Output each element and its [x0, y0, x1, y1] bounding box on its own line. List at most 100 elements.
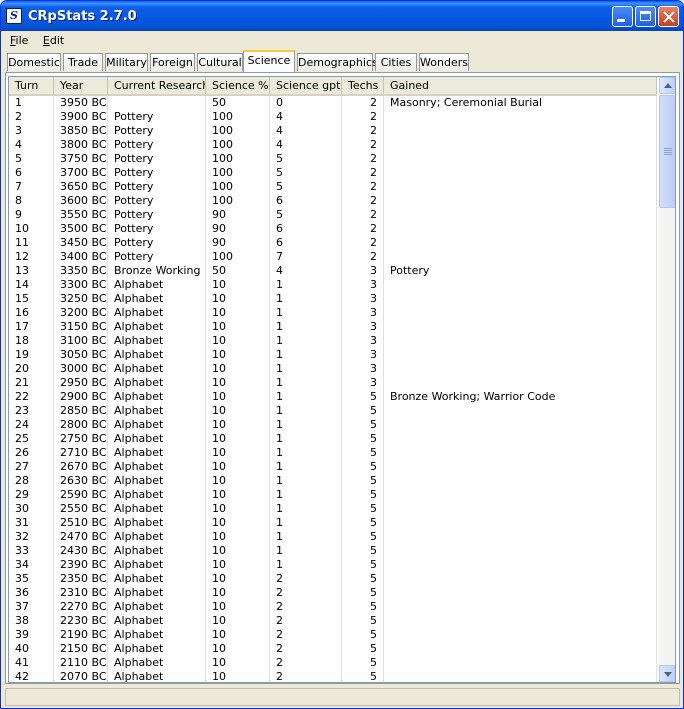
cell-turn: 18 — [9, 334, 54, 348]
tab-demographics[interactable]: Demographics — [297, 53, 378, 71]
cell-current-research: Alphabet — [108, 558, 206, 572]
tab-trade[interactable]: Trade — [63, 53, 103, 71]
tab-foreign[interactable]: Foreign — [150, 53, 195, 71]
cell-gained — [384, 460, 657, 474]
cell-science-gpt: 1 — [270, 278, 342, 292]
cell-year: 2710 BC — [54, 446, 108, 460]
tab-domestic[interactable]: Domestic — [7, 53, 61, 71]
table-row[interactable]: 19 3050 BC Alphabet 10 1 3 — [9, 348, 657, 362]
cell-techs: 3 — [342, 376, 384, 390]
vertical-scrollbar[interactable] — [659, 77, 675, 682]
cell-techs: 5 — [342, 558, 384, 572]
table-row[interactable]: 5 3750 BC Pottery 100 5 2 — [9, 152, 657, 166]
tab-cultural[interactable]: Cultural — [197, 53, 243, 71]
table-row[interactable]: 17 3150 BC Alphabet 10 1 3 — [9, 320, 657, 334]
scroll-up-button[interactable] — [659, 77, 675, 94]
column-header-science-pct[interactable]: Science % — [206, 77, 270, 94]
table-row[interactable]: 27 2670 BC Alphabet 10 1 5 — [9, 460, 657, 474]
cell-science-gpt: 1 — [270, 516, 342, 530]
cell-techs: 5 — [342, 530, 384, 544]
table-row[interactable]: 39 2190 BC Alphabet 10 2 5 — [9, 628, 657, 642]
column-header-techs[interactable]: Techs — [342, 77, 384, 94]
cell-gained — [384, 110, 657, 124]
table-row[interactable]: 31 2510 BC Alphabet 10 1 5 — [9, 516, 657, 530]
cell-science-pct: 10 — [206, 432, 270, 446]
table-row[interactable]: 18 3100 BC Alphabet 10 1 3 — [9, 334, 657, 348]
table-row[interactable]: 21 2950 BC Alphabet 10 1 3 — [9, 376, 657, 390]
app-icon[interactable]: S — [6, 8, 22, 24]
table-row[interactable]: 16 3200 BC Alphabet 10 1 3 — [9, 306, 657, 320]
table-row[interactable]: 42 2070 BC Alphabet 10 2 5 — [9, 670, 657, 682]
menu-bar: File Edit — [5, 32, 70, 50]
cell-science-pct: 90 — [206, 222, 270, 236]
minimize-button[interactable] — [612, 6, 633, 27]
table-row[interactable]: 24 2800 BC Alphabet 10 1 5 — [9, 418, 657, 432]
tab-wonders[interactable]: Wonders — [419, 53, 469, 71]
table-row[interactable]: 25 2750 BC Alphabet 10 1 5 — [9, 432, 657, 446]
cell-year: 3100 BC — [54, 334, 108, 348]
cell-science-gpt: 1 — [270, 334, 342, 348]
table-row[interactable]: 30 2550 BC Alphabet 10 1 5 — [9, 502, 657, 516]
table-row[interactable]: 34 2390 BC Alphabet 10 1 5 — [9, 558, 657, 572]
table-row[interactable]: 26 2710 BC Alphabet 10 1 5 — [9, 446, 657, 460]
cell-science-pct: 10 — [206, 530, 270, 544]
table-row[interactable]: 33 2430 BC Alphabet 10 1 5 — [9, 544, 657, 558]
table-row[interactable]: 7 3650 BC Pottery 100 5 2 — [9, 180, 657, 194]
table-row[interactable]: 11 3450 BC Pottery 90 6 2 — [9, 236, 657, 250]
table-row[interactable]: 14 3300 BC Alphabet 10 1 3 — [9, 278, 657, 292]
cell-year: 2310 BC — [54, 586, 108, 600]
table-row[interactable]: 22 2900 BC Alphabet 10 1 5 Bronze Working; War… — [9, 390, 657, 404]
cell-year: 2670 BC — [54, 460, 108, 474]
table-row[interactable]: 37 2270 BC Alphabet 10 2 5 — [9, 600, 657, 614]
table-row[interactable]: 38 2230 BC Alphabet 10 2 5 — [9, 614, 657, 628]
table-row[interactable]: 9 3550 BC Pottery 90 5 2 — [9, 208, 657, 222]
table-row[interactable]: 1 3950 BC 50 0 2 Masonry; Ceremonial Burial — [9, 96, 657, 110]
column-header-turn[interactable]: Turn — [9, 77, 54, 94]
cell-science-pct: 10 — [206, 572, 270, 586]
table-row[interactable]: 12 3400 BC Pottery 100 7 2 — [9, 250, 657, 264]
scroll-thumb[interactable] — [659, 95, 675, 208]
cell-turn: 20 — [9, 362, 54, 376]
table-row[interactable]: 4 3800 BC Pottery 100 4 2 — [9, 138, 657, 152]
cell-turn: 28 — [9, 474, 54, 488]
menu-edit[interactable]: Edit — [38, 32, 70, 47]
column-header-science-gpt[interactable]: Science gpt — [270, 77, 342, 94]
tab-cities[interactable]: Cities — [375, 53, 417, 71]
table-row[interactable]: 15 3250 BC Alphabet 10 1 3 — [9, 292, 657, 306]
cell-turn: 8 — [9, 194, 54, 208]
tab-military[interactable]: Military — [105, 53, 148, 71]
cell-science-pct: 10 — [206, 474, 270, 488]
table-row[interactable]: 10 3500 BC Pottery 90 6 2 — [9, 222, 657, 236]
table-row[interactable]: 32 2470 BC Alphabet 10 1 5 — [9, 530, 657, 544]
column-header-current-research[interactable]: Current Research — [108, 77, 206, 94]
menu-file[interactable]: File — [5, 32, 34, 47]
table-row[interactable]: 13 3350 BC Bronze Working 50 4 3 Pottery — [9, 264, 657, 278]
cell-current-research: Alphabet — [108, 446, 206, 460]
table-row[interactable]: 6 3700 BC Pottery 100 5 2 — [9, 166, 657, 180]
cell-gained — [384, 502, 657, 516]
title-bar[interactable]: S CRpStats 2.7.0 — [1, 1, 683, 31]
column-header-year[interactable]: Year — [54, 77, 108, 94]
table-row[interactable]: 36 2310 BC Alphabet 10 2 5 — [9, 586, 657, 600]
table-row[interactable]: 41 2110 BC Alphabet 10 2 5 — [9, 656, 657, 670]
science-table[interactable]: Turn Year Current Research Science % Sci… — [8, 76, 676, 683]
table-row[interactable]: 29 2590 BC Alphabet 10 1 5 — [9, 488, 657, 502]
table-row[interactable]: 28 2630 BC Alphabet 10 1 5 — [9, 474, 657, 488]
maximize-button[interactable] — [635, 6, 656, 27]
table-row[interactable]: 20 3000 BC Alphabet 10 1 3 — [9, 362, 657, 376]
scroll-down-button[interactable] — [659, 665, 675, 682]
cell-science-pct: 10 — [206, 502, 270, 516]
table-row[interactable]: 8 3600 BC Pottery 100 6 2 — [9, 194, 657, 208]
table-row[interactable]: 3 3850 BC Pottery 100 4 2 — [9, 124, 657, 138]
cell-gained — [384, 516, 657, 530]
table-row[interactable]: 2 3900 BC Pottery 100 4 2 — [9, 110, 657, 124]
close-button[interactable] — [658, 6, 679, 27]
column-header-gained[interactable]: Gained — [384, 77, 657, 94]
table-row[interactable]: 35 2350 BC Alphabet 10 2 5 — [9, 572, 657, 586]
table-row[interactable]: 40 2150 BC Alphabet 10 2 5 — [9, 642, 657, 656]
cell-current-research: Pottery — [108, 138, 206, 152]
table-row[interactable]: 23 2850 BC Alphabet 10 1 5 — [9, 404, 657, 418]
cell-science-pct: 10 — [206, 320, 270, 334]
tab-science[interactable]: Science — [243, 50, 295, 72]
cell-turn: 11 — [9, 236, 54, 250]
